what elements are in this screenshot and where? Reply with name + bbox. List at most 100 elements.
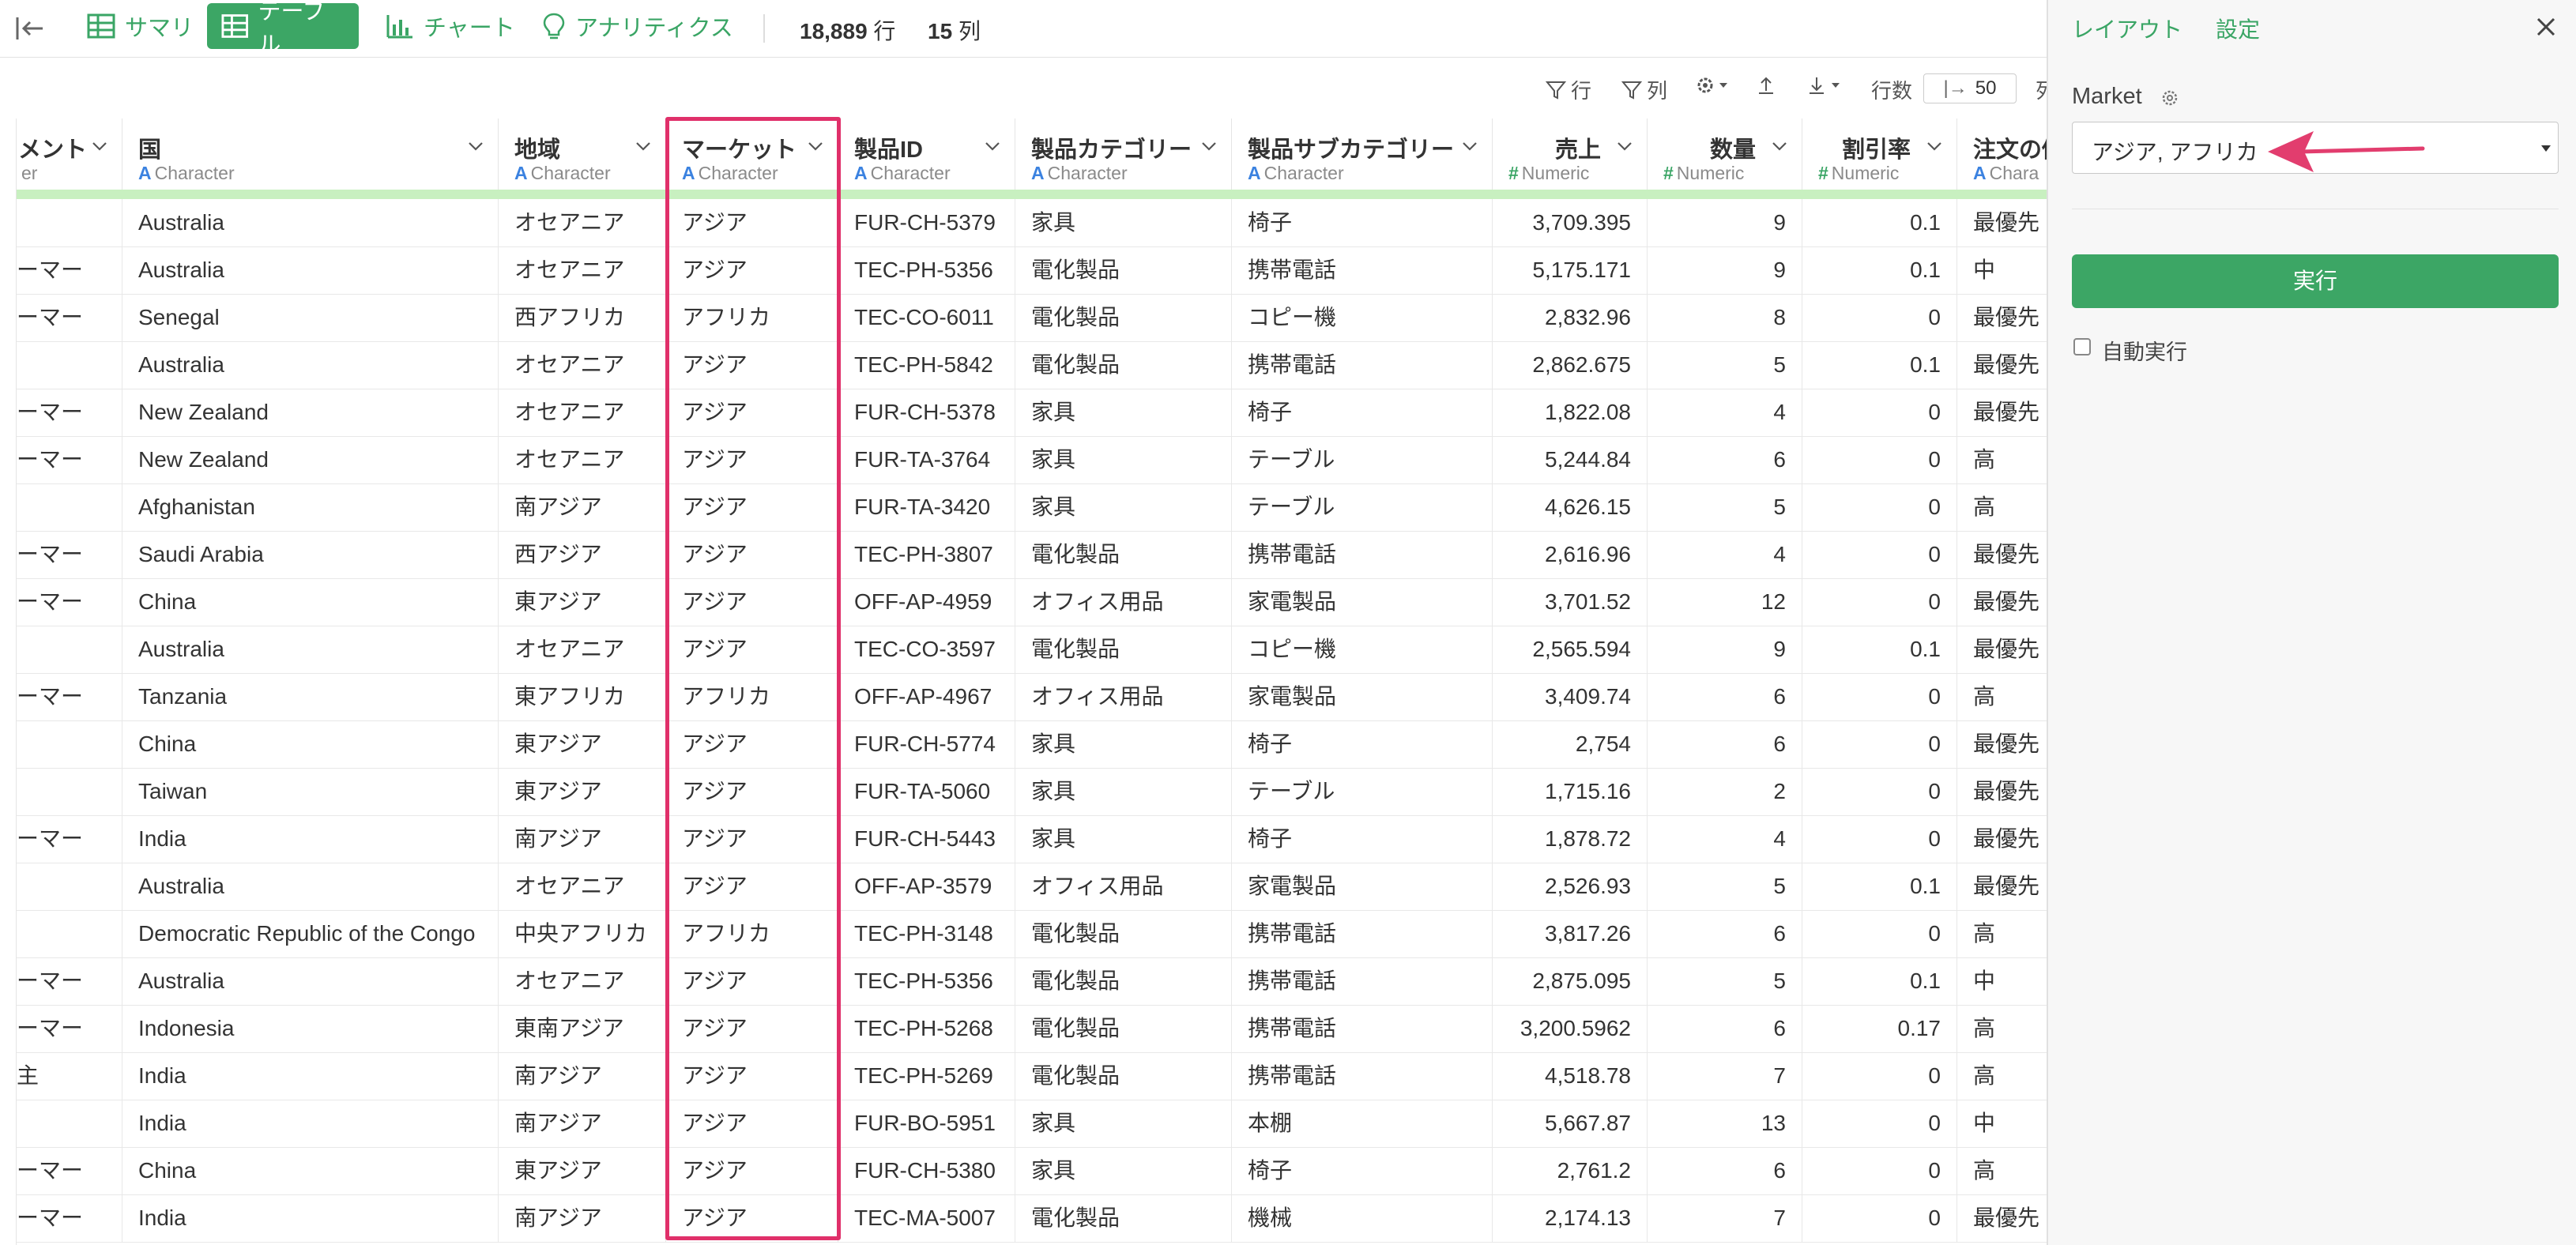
table-cell[interactable]	[17, 199, 122, 246]
table-cell[interactable]: 5	[1648, 957, 1802, 1005]
table-cell[interactable]: テーブル	[1232, 436, 1493, 483]
table-cell[interactable]: ーマー	[17, 389, 122, 436]
chevron-down-icon[interactable]	[807, 137, 824, 155]
table-cell[interactable]	[17, 768, 122, 815]
table-cell[interactable]	[17, 483, 122, 531]
column-header[interactable]: 製品サブカテゴリー A Character	[1232, 118, 1493, 191]
table-cell[interactable]: 0	[1802, 768, 1957, 815]
table-cell[interactable]: TEC-PH-3807	[838, 531, 1015, 578]
table-cell[interactable]: 南アジア	[499, 1052, 666, 1100]
table-cell[interactable]: 0.17	[1802, 1005, 1957, 1052]
table-cell[interactable]: オフィス用品	[1015, 673, 1232, 720]
table-cell[interactable]: China	[122, 720, 499, 768]
table-cell[interactable]: 0	[1802, 673, 1957, 720]
table-cell[interactable]: 最優先	[1957, 626, 2047, 673]
table-cell[interactable]: ーマー	[17, 1194, 122, 1242]
table-cell[interactable]: アジア	[666, 1194, 838, 1242]
auto-run-checkbox[interactable]	[2073, 338, 2091, 355]
table-cell[interactable]: Australia	[122, 957, 499, 1005]
chevron-down-icon[interactable]	[1616, 137, 1633, 155]
table-cell[interactable]: 最優先	[1957, 341, 2047, 389]
table-cell[interactable]: 南アジア	[499, 1194, 666, 1242]
table-cell[interactable]: 5,244.84	[1493, 436, 1648, 483]
table-cell[interactable]: 2,832.96	[1493, 294, 1648, 341]
table-cell[interactable]: 2,174.13	[1493, 1194, 1648, 1242]
table-cell[interactable]: 5	[1648, 483, 1802, 531]
table-cell[interactable]: 家具	[1015, 483, 1232, 531]
table-cell[interactable]: 電化製品	[1015, 626, 1232, 673]
table-cell[interactable]: アジア	[666, 626, 838, 673]
table-cell[interactable]: 0	[1802, 436, 1957, 483]
table-cell[interactable]: 3,709.395	[1493, 199, 1648, 246]
table-cell[interactable]: 携帯電話	[1232, 910, 1493, 957]
table-cell[interactable]: 6	[1648, 1147, 1802, 1194]
column-header[interactable]: マーケット A Character	[666, 118, 838, 191]
table-cell[interactable]: 最優先	[1957, 294, 2047, 341]
table-cell[interactable]: ーマー	[17, 246, 122, 294]
table-cell[interactable]: Taiwan	[122, 768, 499, 815]
chevron-down-icon[interactable]	[1926, 137, 1943, 155]
table-cell[interactable]: 1,822.08	[1493, 389, 1648, 436]
table-cell[interactable]: Indonesia	[122, 1005, 499, 1052]
gear-icon[interactable]	[2160, 88, 2179, 107]
table-cell[interactable]: 12	[1648, 578, 1802, 626]
table-cell[interactable]: FUR-BO-5951	[838, 1100, 1015, 1147]
table-cell[interactable]: アジア	[666, 863, 838, 910]
table-cell[interactable]: Democratic Republic of the Congo	[122, 910, 499, 957]
table-cell[interactable]: 高	[1957, 910, 2047, 957]
table-cell[interactable]: 最優先	[1957, 531, 2047, 578]
table-cell[interactable]: アジア	[666, 1005, 838, 1052]
table-cell[interactable]: 最優先	[1957, 815, 2047, 863]
table-cell[interactable]: 2,875.095	[1493, 957, 1648, 1005]
upload-icon[interactable]	[1756, 75, 1776, 96]
table-cell[interactable]: India	[122, 1194, 499, 1242]
table-cell[interactable]: 電化製品	[1015, 910, 1232, 957]
table-cell[interactable]: FUR-CH-5378	[838, 389, 1015, 436]
table-cell[interactable]: 東アフリカ	[499, 673, 666, 720]
table-cell[interactable]: 4	[1648, 531, 1802, 578]
table-cell[interactable]: 2,616.96	[1493, 531, 1648, 578]
table-cell[interactable]: 椅子	[1232, 720, 1493, 768]
table-cell[interactable]: ーマー	[17, 673, 122, 720]
table-cell[interactable]: 家具	[1015, 720, 1232, 768]
table-cell[interactable]: 0	[1802, 815, 1957, 863]
table-cell[interactable]: 電化製品	[1015, 1194, 1232, 1242]
table-cell[interactable]: 椅子	[1232, 815, 1493, 863]
table-cell[interactable]: 携帯電話	[1232, 1005, 1493, 1052]
table-cell[interactable]: 東アジア	[499, 720, 666, 768]
table-cell[interactable]: オセアニア	[499, 863, 666, 910]
table-cell[interactable]: India	[122, 1100, 499, 1147]
table-cell[interactable]: 東アジア	[499, 1147, 666, 1194]
table-cell[interactable]: 電化製品	[1015, 531, 1232, 578]
table-cell[interactable]: India	[122, 1052, 499, 1100]
table-cell[interactable]: アジア	[666, 531, 838, 578]
column-header[interactable]: 製品カテゴリー A Character	[1015, 118, 1232, 191]
table-cell[interactable]: China	[122, 578, 499, 626]
table-cell[interactable]: TEC-PH-5842	[838, 341, 1015, 389]
table-cell[interactable]: 電化製品	[1015, 1052, 1232, 1100]
table-cell[interactable]: 電化製品	[1015, 341, 1232, 389]
table-cell[interactable]: TEC-CO-3597	[838, 626, 1015, 673]
table-cell[interactable]: 南アジア	[499, 815, 666, 863]
table-cell[interactable]: アジア	[666, 246, 838, 294]
table-cell[interactable]: 0	[1802, 1147, 1957, 1194]
table-cell[interactable]: 8	[1648, 294, 1802, 341]
table-cell[interactable]	[17, 1100, 122, 1147]
table-cell[interactable]: 高	[1957, 436, 2047, 483]
table-cell[interactable]: FUR-TA-3764	[838, 436, 1015, 483]
table-cell[interactable]: TEC-CO-6011	[838, 294, 1015, 341]
table-cell[interactable]: 東南アジア	[499, 1005, 666, 1052]
table-cell[interactable]: アジア	[666, 578, 838, 626]
table-cell[interactable]: アフリカ	[666, 910, 838, 957]
table-cell[interactable]: 高	[1957, 673, 2047, 720]
table-cell[interactable]: 0	[1802, 389, 1957, 436]
table-cell[interactable]: 0	[1802, 531, 1957, 578]
table-cell[interactable]: 主	[17, 1052, 122, 1100]
panel-tab-layout[interactable]: レイアウト	[2072, 13, 2182, 44]
table-cell[interactable]: 4,518.78	[1493, 1052, 1648, 1100]
table-cell[interactable]: 2,526.93	[1493, 863, 1648, 910]
table-cell[interactable]: 5	[1648, 341, 1802, 389]
table-cell[interactable]: 13	[1648, 1100, 1802, 1147]
table-cell[interactable]: Australia	[122, 863, 499, 910]
table-cell[interactable]: アジア	[666, 1147, 838, 1194]
